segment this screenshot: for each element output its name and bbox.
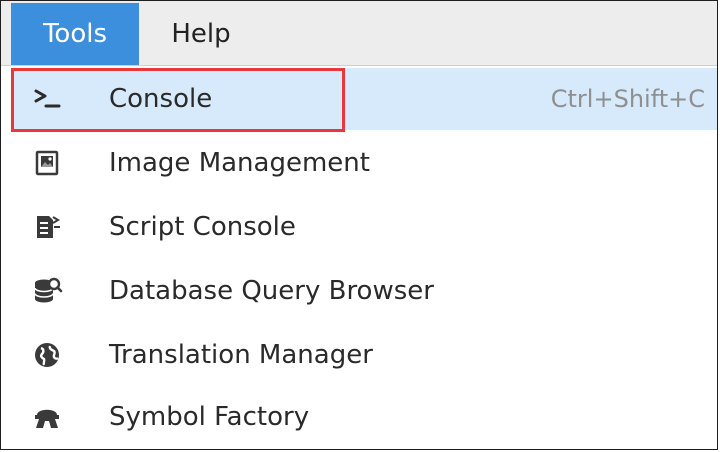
menu-item-label: Console bbox=[109, 84, 213, 114]
menu-item-console[interactable]: Console Ctrl+Shift+C bbox=[11, 68, 717, 130]
image-icon bbox=[31, 147, 63, 179]
menu-item-translation-manager[interactable]: Translation Manager bbox=[11, 324, 717, 386]
menu-tools[interactable]: Tools bbox=[11, 3, 139, 65]
script-console-icon bbox=[31, 211, 63, 243]
menu-item-label: Database Query Browser bbox=[109, 276, 434, 306]
menu-item-label: Image Management bbox=[109, 148, 370, 178]
menu-item-label: Translation Manager bbox=[109, 340, 373, 370]
globe-icon bbox=[31, 339, 63, 371]
menu-item-symbol-factory[interactable]: Symbol Factory bbox=[11, 386, 717, 448]
menu-item-label: Script Console bbox=[109, 212, 296, 242]
menu-bar: Tools Help bbox=[1, 1, 717, 66]
menu-help[interactable]: Help bbox=[151, 3, 251, 65]
terminal-icon bbox=[31, 83, 63, 115]
menu-item-label: Symbol Factory bbox=[109, 402, 310, 432]
menu-item-database-query-browser[interactable]: Database Query Browser bbox=[11, 260, 717, 322]
menu-item-script-console[interactable]: Script Console bbox=[11, 196, 717, 258]
tools-menu-window: Tools Help Console Ctrl+Shift+C Image Ma… bbox=[0, 0, 718, 450]
menu-item-shortcut: Ctrl+Shift+C bbox=[550, 85, 705, 113]
symbol-factory-icon bbox=[31, 401, 63, 433]
database-search-icon bbox=[31, 275, 63, 307]
menu-item-image-management[interactable]: Image Management bbox=[11, 132, 717, 194]
tools-dropdown-menu: Console Ctrl+Shift+C Image Management Sc… bbox=[1, 66, 717, 449]
